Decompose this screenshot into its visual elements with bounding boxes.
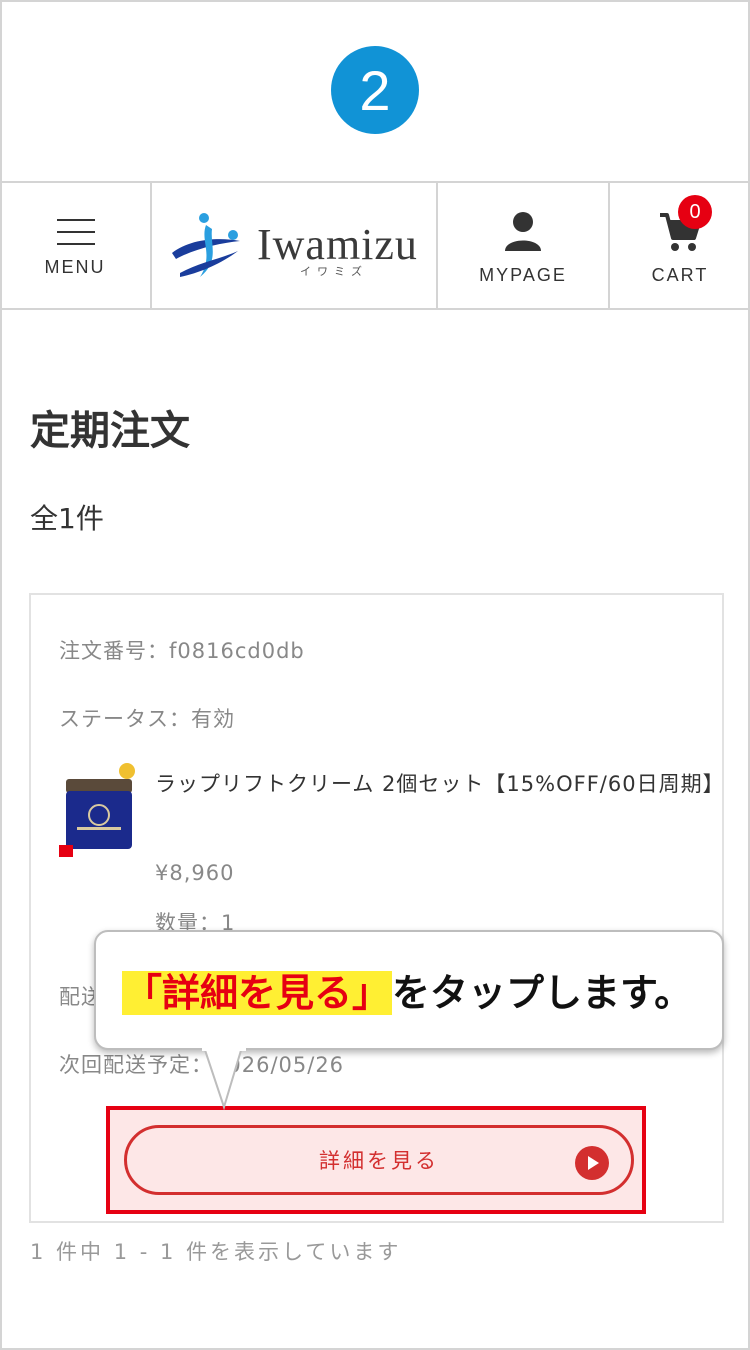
- cart-button[interactable]: 0 CART: [610, 183, 750, 310]
- mypage-label: MYPAGE: [479, 265, 567, 285]
- hamburger-icon: [57, 219, 95, 245]
- order-status: ステータス：有効: [59, 707, 235, 731]
- mypage-button[interactable]: MYPAGE: [438, 183, 608, 310]
- play-arrow-icon: [575, 1146, 609, 1180]
- instruction-callout: 「詳細を見る」をタップします。: [94, 930, 724, 1050]
- pagination-summary: 1 件中 1 - 1 件を表示しています: [30, 1240, 402, 1264]
- order-number: 注文番号：f0816cd0db: [59, 639, 305, 663]
- site-logo[interactable]: Iwamizu イワミズ: [152, 183, 436, 310]
- result-count: 全1件: [30, 502, 104, 535]
- view-details-button[interactable]: 詳細を見る: [124, 1125, 634, 1195]
- step-number-badge: 2: [331, 46, 419, 134]
- page-title: 定期注文: [30, 408, 190, 454]
- next-delivery-label: 次回配送予定: [59, 1053, 191, 1077]
- logo-kana: イワミズ: [300, 265, 368, 278]
- product-name: ラップリフトクリーム 2個セット【15%OFF/60日周期】: [155, 772, 725, 796]
- tap-target-highlight: 詳細を見る: [106, 1106, 646, 1214]
- user-icon: [505, 212, 541, 251]
- callout-rest: をタップします。: [392, 971, 693, 1015]
- view-details-label: 詳細を見る: [319, 1149, 439, 1173]
- product-thumbnail: [57, 761, 139, 861]
- callout-highlight: 「詳細を見る」: [122, 971, 393, 1015]
- callout-text: 「詳細を見る」をタップします。: [122, 962, 692, 1017]
- logo-mark-icon: [172, 213, 240, 277]
- callout-pointer: [202, 1047, 246, 1111]
- site-header: MENU Iwamizu イワミズ MYPAGE 0 CART: [0, 181, 750, 310]
- cart-label: CART: [651, 265, 709, 285]
- menu-label: MENU: [44, 257, 106, 277]
- product-price: ¥8,960: [155, 861, 235, 885]
- menu-button[interactable]: MENU: [0, 183, 150, 310]
- cart-count-badge: 0: [678, 195, 712, 229]
